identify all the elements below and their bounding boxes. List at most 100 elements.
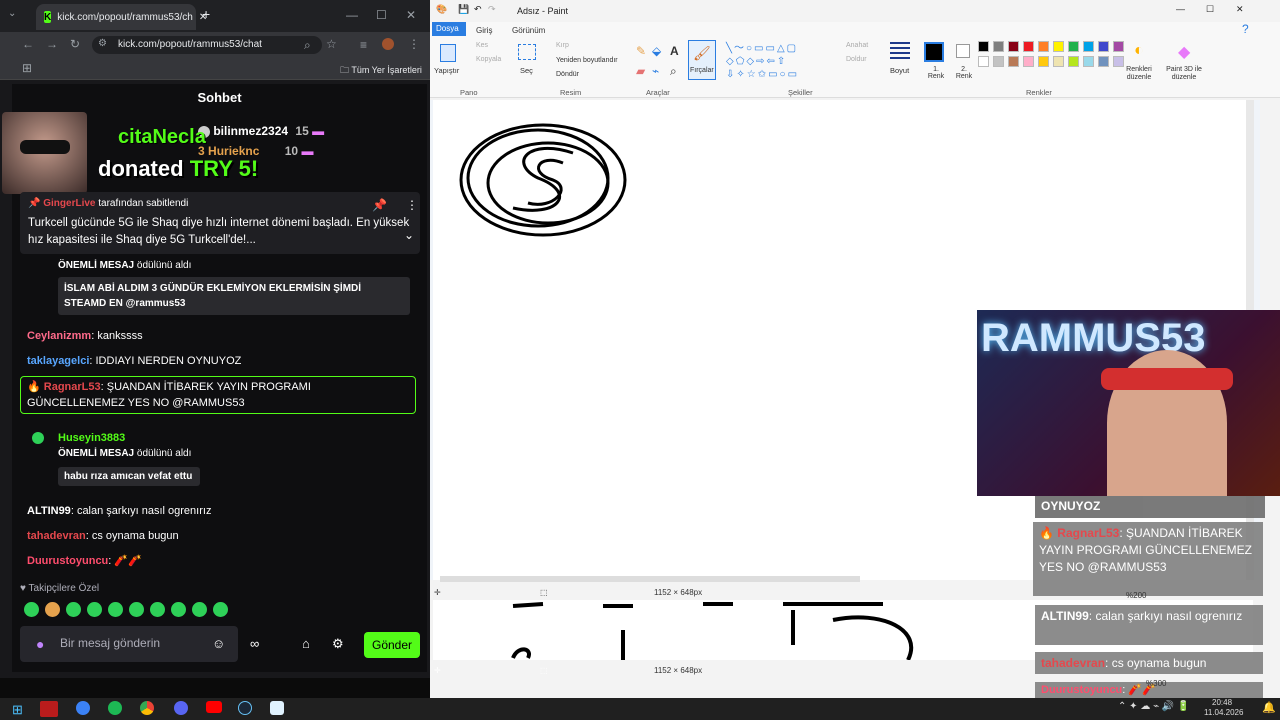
- undo-icon[interactable]: ↶: [474, 4, 482, 15]
- palette-swatch[interactable]: [1113, 56, 1124, 67]
- palette-swatch[interactable]: [1008, 41, 1019, 52]
- store-icon[interactable]: ⌂: [302, 636, 310, 651]
- horizontal-scrollbar[interactable]: [440, 576, 860, 582]
- pencil-icon[interactable]: ✎: [636, 44, 646, 58]
- pinned-by-user[interactable]: GingerLive: [43, 198, 95, 209]
- palette-swatch[interactable]: [1098, 41, 1109, 52]
- close-window-button[interactable]: ✕: [406, 8, 416, 22]
- kicks-icon[interactable]: ∞: [250, 636, 259, 651]
- youtube-icon[interactable]: [206, 701, 222, 713]
- site-info-icon[interactable]: ⚙: [98, 38, 107, 49]
- tab-view[interactable]: Görünüm: [512, 26, 545, 35]
- paste-icon[interactable]: [440, 44, 456, 62]
- reward-user[interactable]: Huseyin3883: [58, 430, 125, 446]
- paste-button[interactable]: Yapıştır: [434, 66, 459, 75]
- steam-icon[interactable]: [238, 701, 252, 715]
- outline-button[interactable]: Anahat: [846, 42, 868, 49]
- palette-swatch[interactable]: [1068, 56, 1079, 67]
- chat-username[interactable]: Ceylanizmm: [27, 330, 91, 342]
- app-icon[interactable]: [76, 701, 90, 715]
- palette-swatch[interactable]: [1083, 41, 1094, 52]
- app-icon[interactable]: [40, 701, 58, 717]
- emote-icon[interactable]: [213, 602, 228, 617]
- chat-username[interactable]: tahadevran: [27, 530, 86, 542]
- select-button[interactable]: Seç: [520, 66, 533, 75]
- size-button[interactable]: Boyut: [890, 66, 909, 75]
- tray-icons[interactable]: ⌃ ✦ ☁ ⌁ 🔊 🔋: [1118, 701, 1190, 712]
- bookmark-star-icon[interactable]: ☆: [326, 37, 337, 51]
- color1-swatch[interactable]: [924, 42, 944, 62]
- paint3d-icon[interactable]: ◆: [1178, 42, 1190, 62]
- paint-taskbar-icon[interactable]: [270, 701, 284, 715]
- more-icon[interactable]: ⋮: [406, 198, 418, 212]
- emote-icon[interactable]: [171, 602, 186, 617]
- paint-maximize-button[interactable]: ☐: [1206, 4, 1214, 15]
- fill-button[interactable]: Doldur: [846, 56, 867, 63]
- emoji-icon[interactable]: ☺: [212, 636, 225, 651]
- brushes-button[interactable]: 🖌 Fırçalar: [688, 40, 716, 80]
- profile-avatar[interactable]: [382, 38, 394, 50]
- maximize-button[interactable]: ☐: [376, 8, 387, 22]
- text-icon[interactable]: A: [670, 44, 679, 58]
- tab-kick-chat[interactable]: K kick.com/popout/rammus53/ch ✕: [36, 4, 207, 30]
- reload-icon[interactable]: ↻: [70, 37, 80, 51]
- extensions-icon[interactable]: ≡: [360, 38, 367, 52]
- select-icon[interactable]: [518, 44, 536, 60]
- palette-swatch[interactable]: [1038, 41, 1049, 52]
- menu-icon[interactable]: ⋮: [408, 37, 420, 51]
- emote-icon[interactable]: [45, 602, 60, 617]
- palette-swatch[interactable]: [993, 41, 1004, 52]
- forward-icon[interactable]: →: [46, 37, 58, 51]
- edit-colors-button[interactable]: Renkleri düzenle: [1124, 66, 1154, 82]
- minimize-button[interactable]: —: [346, 8, 358, 22]
- fill-icon[interactable]: ⬙: [652, 44, 661, 58]
- palette-swatch[interactable]: [1083, 56, 1094, 67]
- paint-minimize-button[interactable]: —: [1176, 4, 1185, 14]
- help-icon[interactable]: ?: [1242, 22, 1249, 36]
- paint-close-button[interactable]: ✕: [1236, 4, 1244, 15]
- discord-icon[interactable]: [174, 701, 188, 715]
- palette-swatch[interactable]: [1023, 56, 1034, 67]
- color2-swatch[interactable]: [956, 44, 970, 58]
- eraser-icon[interactable]: ▰: [636, 64, 645, 78]
- palette-swatch[interactable]: [1008, 56, 1019, 67]
- palette-swatch[interactable]: [978, 56, 989, 67]
- palette-swatch[interactable]: [1113, 41, 1124, 52]
- spotify-icon[interactable]: [108, 701, 122, 715]
- save-icon[interactable]: 💾: [458, 4, 469, 15]
- expand-chevron-icon[interactable]: ⌄: [404, 228, 414, 242]
- resize-button[interactable]: Yeniden boyutlandır: [556, 57, 618, 64]
- palette-swatch[interactable]: [978, 41, 989, 52]
- mic-icon[interactable]: ●: [36, 636, 44, 652]
- back-icon[interactable]: ←: [22, 37, 34, 51]
- unpin-icon[interactable]: 📌: [372, 198, 387, 212]
- edit-colors-icon[interactable]: ◐: [1134, 42, 1144, 60]
- paint3d-button[interactable]: Paint 3D ile düzenle: [1162, 66, 1206, 82]
- emote-icon[interactable]: [192, 602, 207, 617]
- emote-icon[interactable]: [87, 602, 102, 617]
- chat-message-input[interactable]: Bir mesaj gönderin: [20, 626, 238, 662]
- emote-icon[interactable]: [24, 602, 39, 617]
- send-button[interactable]: Gönder: [364, 632, 420, 658]
- size-icon[interactable]: [890, 42, 910, 60]
- palette-swatch[interactable]: [993, 56, 1004, 67]
- tab-list-icon[interactable]: ⌄: [8, 8, 24, 24]
- emote-icon[interactable]: [129, 602, 144, 617]
- emote-icon[interactable]: [66, 602, 81, 617]
- copy-button[interactable]: Kopyala: [476, 56, 501, 63]
- palette-swatch[interactable]: [1053, 56, 1064, 67]
- chat-username[interactable]: taklayagelci: [27, 355, 89, 367]
- all-bookmarks[interactable]: 🗀 Tüm Yer İşaretleri: [340, 63, 422, 79]
- tab-file[interactable]: Dosya: [432, 22, 466, 36]
- chat-username[interactable]: Duurustoyuncu: [27, 555, 108, 567]
- shapes-gallery[interactable]: ╲〜○▭▭△▢ ◇⬠◇⇨⇦⇧ ⇩✧☆✩▭○▭: [726, 42, 826, 82]
- redo-icon[interactable]: ↷: [488, 4, 496, 15]
- zoom-icon[interactable]: ⌕: [304, 38, 311, 53]
- emote-icon[interactable]: [108, 602, 123, 617]
- cut-button[interactable]: Kes: [476, 42, 488, 49]
- palette-swatch[interactable]: [1023, 41, 1034, 52]
- magnifier-icon[interactable]: ⌕: [670, 64, 677, 79]
- crop-button[interactable]: Kırp: [556, 42, 569, 49]
- rotate-button[interactable]: Döndür: [556, 71, 579, 78]
- notification-icon[interactable]: 🔔: [1262, 701, 1276, 714]
